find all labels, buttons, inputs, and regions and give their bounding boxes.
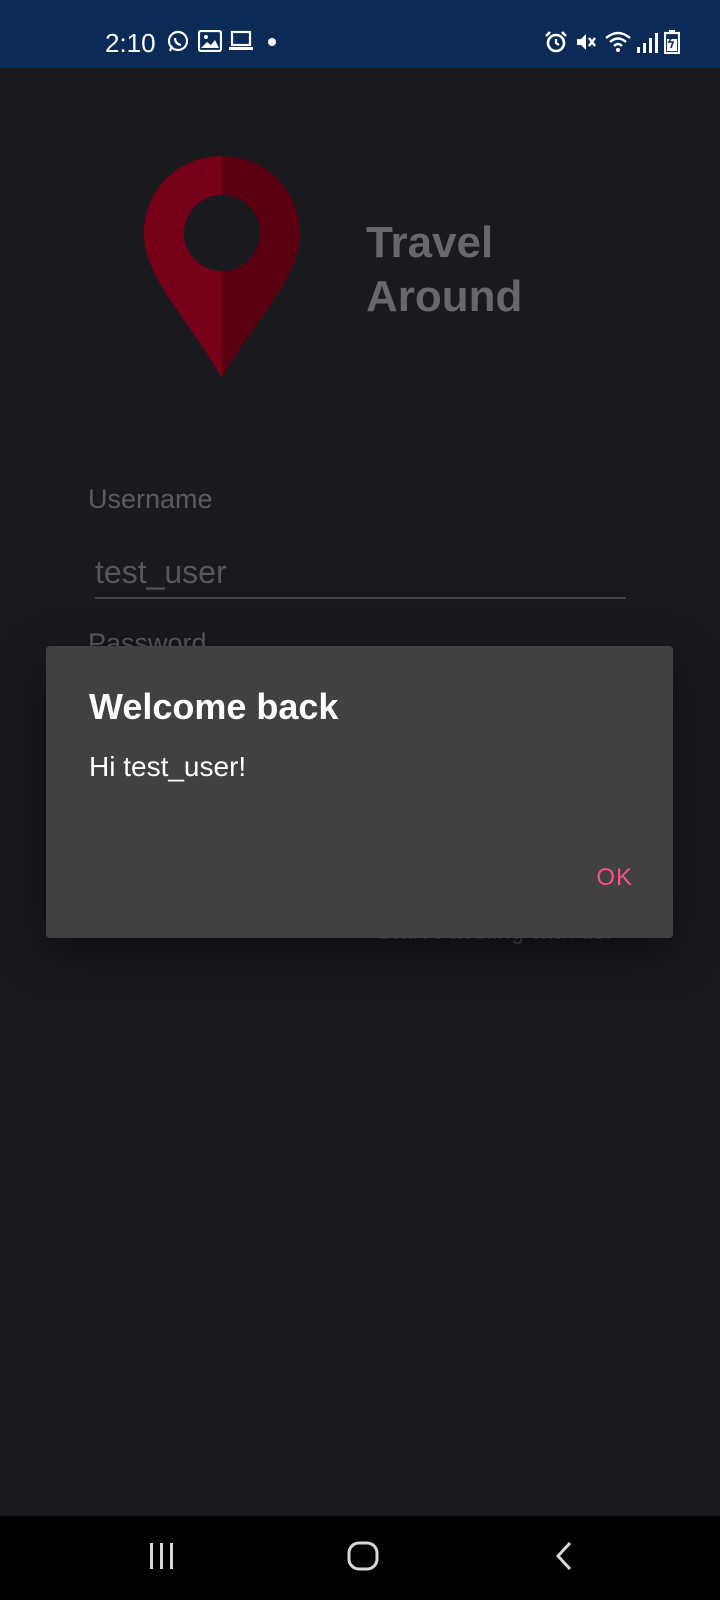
home-button[interactable]	[333, 1536, 393, 1580]
welcome-dialog: Welcome back Hi test_user! OK	[46, 646, 673, 938]
mute-icon	[574, 30, 598, 54]
back-button[interactable]	[534, 1536, 594, 1580]
alarm-icon	[544, 30, 568, 54]
ok-button[interactable]: OK	[596, 864, 633, 892]
dialog-message: Hi test_user!	[89, 751, 247, 782]
signal-icon	[636, 30, 658, 54]
whatsapp-icon	[166, 30, 190, 54]
gallery-icon	[198, 30, 222, 52]
back-icon	[554, 1541, 574, 1576]
navigation-bar	[0, 1516, 720, 1600]
status-bar: 2:10	[0, 0, 720, 68]
dialog-title: Welcome back	[89, 686, 339, 727]
status-time: 2:10	[105, 28, 156, 58]
recent-apps-icon	[147, 1542, 177, 1575]
dot-icon	[268, 38, 276, 46]
recent-apps-button[interactable]	[132, 1536, 192, 1580]
laptop-icon	[228, 30, 254, 52]
battery-icon	[664, 30, 680, 54]
home-icon	[347, 1541, 379, 1576]
wifi-icon	[604, 30, 632, 54]
